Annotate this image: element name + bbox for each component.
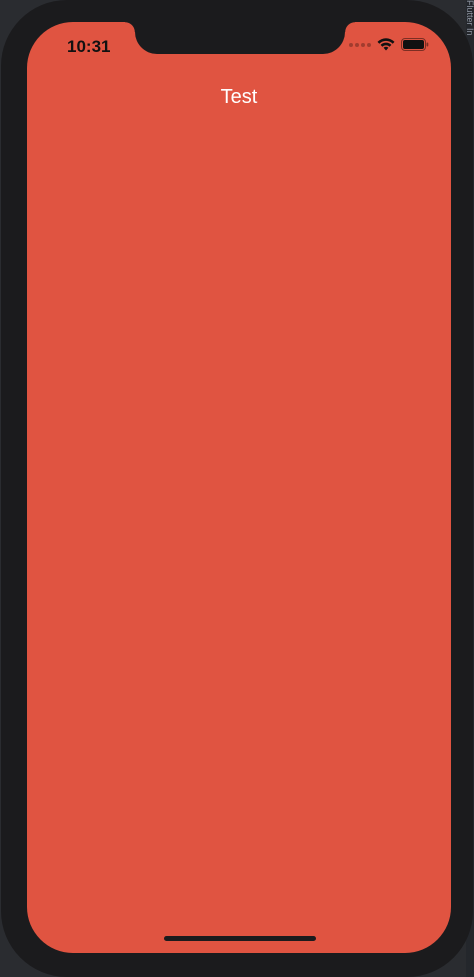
signal-dots-icon [349,42,371,47]
status-bar-time: 10:31 [67,37,111,56]
page-title: Test [220,86,258,108]
battery-icon [401,38,429,51]
phone-screen: 10:31 Test [27,22,451,953]
notch [125,22,355,54]
simulator-window: Flutter In Event Lo 10:31 [0,0,474,977]
status-bar-icons [349,38,429,51]
wifi-icon [377,38,395,51]
home-indicator[interactable] [164,936,316,941]
phone-frame: 10:31 Test [1,0,473,977]
